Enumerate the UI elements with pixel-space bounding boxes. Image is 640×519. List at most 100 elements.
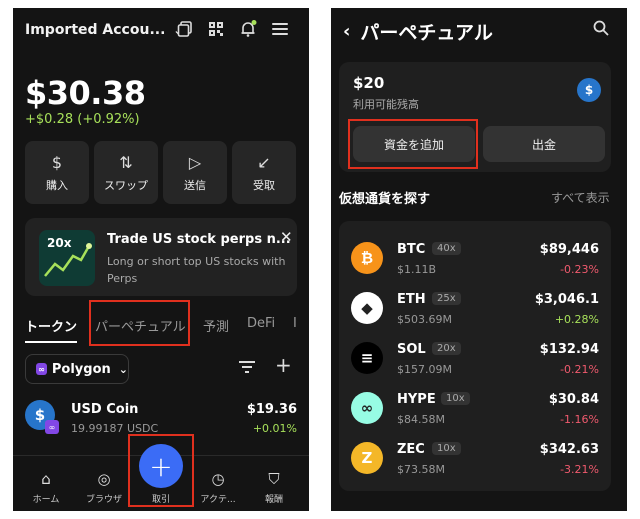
qr-code-icon[interactable] [205,18,227,40]
nav-browser[interactable]: ◎ ブラウザ [79,470,129,505]
polygon-badge-icon: ∞ [45,420,59,434]
withdraw-button[interactable]: 出金 [483,126,605,162]
clock-icon: ◷ [211,470,225,488]
receive-label: 受取 [253,178,275,192]
token-name: USD Coin [71,402,139,417]
coin-price: $342.63 [539,442,599,457]
coin-price: $3,046.1 [534,292,599,307]
balance-change: +$0.28 (+0.92%) [25,112,140,127]
receive-button[interactable]: ↙ 受取 [232,141,296,204]
eth-icon: ◆ [351,292,383,324]
token-value: $19.36 [246,402,297,417]
token-amount: 19.99187 USDC [71,422,159,435]
coin-volume: $503.69M [397,313,452,326]
total-balance: $30.38 [25,74,146,112]
trade-fab-button[interactable]: + [139,444,183,488]
buy-button[interactable]: $ 購入 [25,141,89,204]
coin-change: +0.28% [554,313,599,326]
add-token-icon[interactable]: + [275,353,292,377]
token-row-usdc[interactable]: $ ∞ USD Coin 19.99187 USDC $19.36 +0.01% [25,396,297,440]
coin-symbol: SOL [397,342,426,357]
nav-home-label: ホーム [32,495,60,505]
coin-row-btc[interactable]: ₿ BTC 40x $1.11B $89,446 -0.23% [339,233,611,283]
promo-thumbnail: 20x [39,230,95,286]
zec-icon: Z [351,442,383,474]
network-selector[interactable]: ∞ Polygon ⌄ [25,354,129,384]
coin-change: -0.21% [560,363,599,376]
chevron-down-icon: ⌄ [118,362,128,376]
back-arrow-icon[interactable]: ‹ [343,21,350,42]
coin-symbol: ETH [397,292,426,307]
wallet-home-screen: Imported Accou... ⌄ $30.38 +$0.28 (+0.92… [13,8,309,511]
promo-banner[interactable]: 20x Trade US stock perps n... Long or sh… [25,218,297,296]
section-title: 仮想通貨を探す [339,192,431,207]
coin-change: -3.21% [560,463,599,476]
nav-rewards-label: 報酬 [264,495,283,505]
coin-volume: $157.09M [397,363,452,376]
coin-row-sol[interactable]: ≡ SOL 20x $157.09M $132.94 -0.21% [339,333,611,383]
account-selector[interactable]: Imported Accou... ⌄ [25,22,183,38]
page-header: ‹ パーペチュアル [343,18,493,45]
send-label: 送信 [184,178,206,192]
see-all-link[interactable]: すべて表示 [551,189,610,206]
send-icon: ▷ [188,152,202,172]
tab-perpetual[interactable]: パーペチュアル [95,316,186,335]
token-change: +0.01% [252,422,297,435]
coin-symbol: BTC [397,242,426,257]
leverage-badge: 20x [432,342,461,355]
promo-title: Trade US stock perps n... [107,232,291,247]
close-icon[interactable]: ✕ [280,228,293,246]
filter-icon[interactable] [239,359,255,378]
hype-icon: ∞ [351,392,383,424]
polygon-icon: ∞ [36,363,47,375]
nav-trade[interactable]: 取引 [136,488,186,505]
nav-browser-label: ブラウザ [85,495,122,505]
tab-tokens[interactable]: トークン [25,316,78,343]
coin-row-zec[interactable]: Z ZEC 10x $73.58M $342.63 -3.21% [339,433,611,483]
coin-row-eth[interactable]: ◆ ETH 25x $503.69M $3,046.1 +0.28% [339,283,611,333]
coin-price: $30.84 [548,392,599,407]
send-button[interactable]: ▷ 送信 [163,141,227,204]
page-title: パーペチュアル [360,22,493,44]
leverage-badge: 10x [432,442,461,455]
promo-description: Long or short top US stocks with Perps [107,255,286,285]
sol-icon: ≡ [351,342,383,374]
coin-change: -0.23% [560,263,599,276]
compass-icon: ◎ [97,470,111,488]
network-name: Polygon [51,361,111,377]
home-icon: ⌂ [41,470,51,488]
coin-symbol: HYPE [397,392,436,407]
receive-icon: ↙ [257,152,271,172]
rewards-icon: ⛉ [268,470,280,488]
available-label: 利用可能残高 [353,98,419,111]
tab-defi[interactable]: DeFi [247,316,275,331]
account-name: Imported Accou... [25,22,166,38]
coin-volume: $73.58M [397,463,445,476]
btc-icon: ₿ [351,242,383,274]
swap-label: スワップ [104,178,148,192]
add-funds-button[interactable]: 資金を追加 [353,126,475,162]
search-icon[interactable] [593,20,609,40]
balance-card: $20 利用可能残高 $ 資金を追加 出金 [339,62,611,172]
menu-icon[interactable] [269,18,291,40]
perpetuals-screen: ‹ パーペチュアル $20 利用可能残高 $ 資金を追加 出金 仮想通貨を探す … [331,8,627,511]
tab-more[interactable]: I [293,316,297,331]
copy-icon[interactable] [174,18,196,40]
tab-predictions[interactable]: 予測 [203,316,229,335]
coin-row-hype[interactable]: ∞ HYPE 10x $84.58M $30.84 -1.16% [339,383,611,433]
nav-home[interactable]: ⌂ ホーム [21,470,71,505]
leverage-badge: 25x [432,292,461,305]
swap-icon: ⇅ [119,152,133,172]
leverage-badge: 10x [441,392,470,405]
nav-activity[interactable]: ◷ アクテ... [193,470,243,505]
swap-button[interactable]: ⇅ スワップ [94,141,158,204]
buy-label: 購入 [46,178,68,192]
dollar-icon: $ [51,152,63,172]
coin-volume: $1.11B [397,263,437,276]
coin-change: -1.16% [560,413,599,426]
chart-line-icon [44,243,92,277]
available-amount: $20 [353,74,385,92]
nav-rewards[interactable]: ⛉ 報酬 [249,470,299,505]
bell-icon[interactable] [237,18,259,40]
nav-activity-label: アクテ... [200,495,236,505]
